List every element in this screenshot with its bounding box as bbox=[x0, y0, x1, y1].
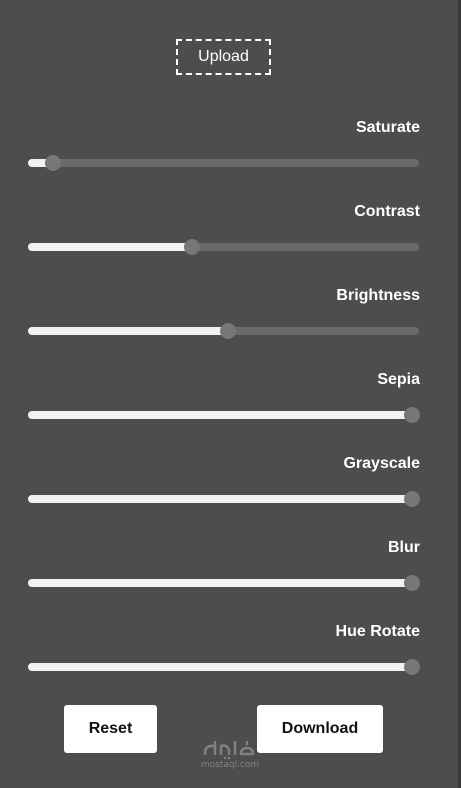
contrast-slider-thumb[interactable] bbox=[183, 239, 200, 255]
filter-hue-rotate: Hue Rotate bbox=[0, 622, 461, 706]
filter-label-contrast: Contrast bbox=[354, 203, 420, 220]
filter-blur: Blur bbox=[0, 538, 461, 622]
saturate-slider-thumb[interactable] bbox=[45, 155, 62, 171]
brightness-slider-fill bbox=[28, 327, 229, 335]
blur-slider-thumb[interactable] bbox=[404, 575, 420, 591]
filter-brightness: Brightness bbox=[0, 286, 461, 370]
grayscale-slider-thumb[interactable] bbox=[404, 491, 420, 507]
saturate-slider[interactable] bbox=[28, 155, 419, 171]
sepia-slider[interactable] bbox=[28, 407, 420, 423]
brightness-slider[interactable] bbox=[28, 323, 419, 339]
watermark-domain: mostaql.com bbox=[200, 760, 260, 770]
reset-button[interactable]: Reset bbox=[64, 705, 157, 753]
sepia-slider-thumb[interactable] bbox=[404, 407, 420, 423]
filter-grayscale: Grayscale bbox=[0, 454, 461, 538]
grayscale-slider[interactable] bbox=[28, 491, 420, 507]
blur-slider-fill bbox=[28, 579, 412, 587]
contrast-slider[interactable] bbox=[28, 239, 419, 255]
filter-contrast: Contrast bbox=[0, 202, 461, 286]
saturate-slider-track bbox=[28, 159, 419, 167]
filter-label-hue-rotate: Hue Rotate bbox=[335, 623, 420, 640]
grayscale-slider-fill bbox=[28, 495, 412, 503]
filter-label-grayscale: Grayscale bbox=[343, 455, 420, 472]
hue-rotate-slider-thumb[interactable] bbox=[404, 659, 420, 675]
blur-slider[interactable] bbox=[28, 575, 420, 591]
filter-sepia: Sepia bbox=[0, 370, 461, 454]
sepia-slider-fill bbox=[28, 411, 412, 419]
image-editor-panel: Upload Saturate Contrast Brightness Sepia Gr… bbox=[0, 0, 461, 788]
filter-saturate: Saturate bbox=[0, 118, 461, 202]
download-button[interactable]: Download bbox=[257, 705, 383, 753]
watermark-logo-icon bbox=[203, 740, 255, 760]
filter-label-sepia: Sepia bbox=[377, 371, 420, 388]
hue-rotate-slider[interactable] bbox=[28, 659, 420, 675]
brightness-slider-thumb[interactable] bbox=[220, 323, 237, 339]
filter-label-blur: Blur bbox=[388, 539, 420, 556]
filter-label-saturate: Saturate bbox=[355, 119, 420, 136]
upload-button[interactable]: Upload bbox=[176, 39, 271, 75]
hue-rotate-slider-fill bbox=[28, 663, 412, 671]
mostaql-watermark-logo: mostaql.com bbox=[198, 738, 262, 774]
filter-label-brightness: Brightness bbox=[336, 287, 420, 304]
contrast-slider-fill bbox=[28, 243, 192, 251]
